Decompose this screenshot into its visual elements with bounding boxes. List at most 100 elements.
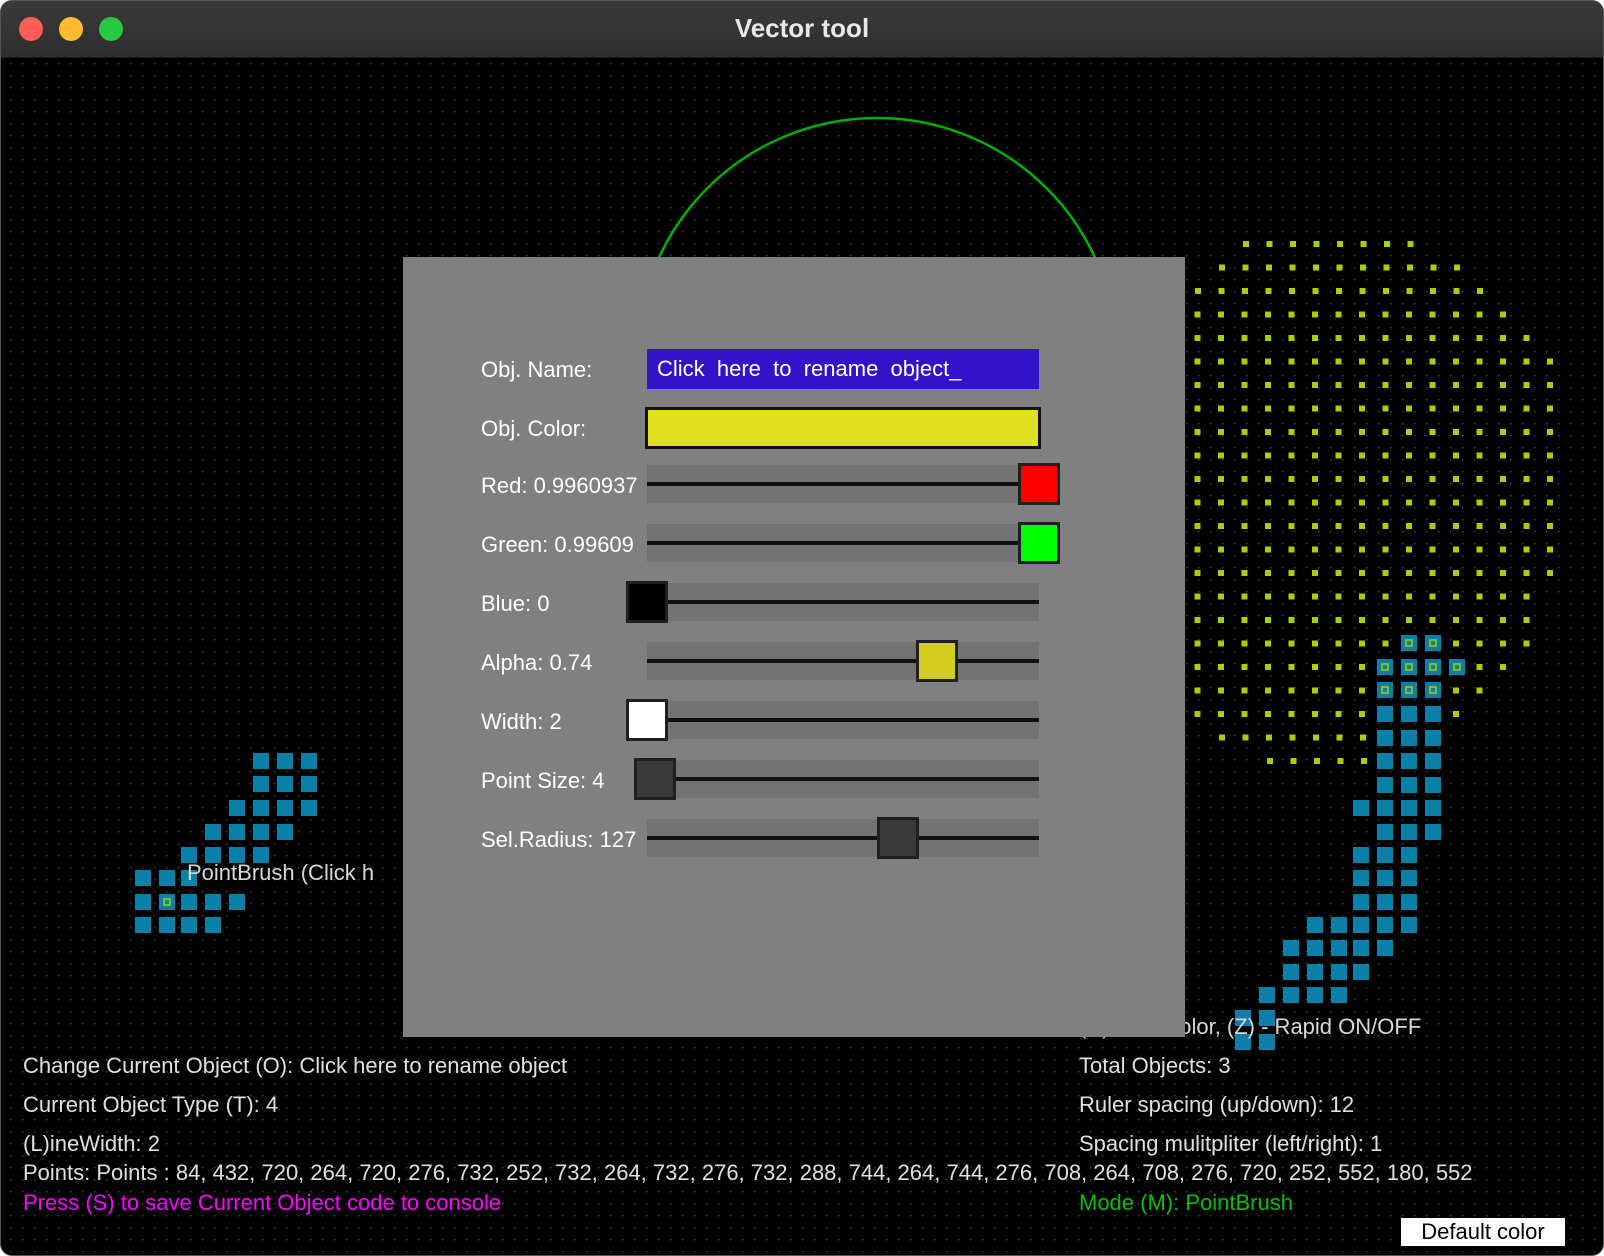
blue-point [1377, 682, 1393, 698]
alpha-slider-handle[interactable] [916, 640, 958, 682]
green-point [1429, 546, 1436, 553]
green-point [1312, 664, 1318, 670]
blue-point [1307, 964, 1323, 980]
green-point [1241, 452, 1248, 459]
green-point [1359, 687, 1365, 694]
alpha-slider[interactable] [647, 642, 1039, 680]
blue-slider[interactable] [647, 583, 1039, 621]
obj-color-label: Obj. Color: [481, 416, 587, 441]
green-slider-handle[interactable] [1018, 522, 1060, 564]
green-point [1218, 358, 1224, 365]
green-point [1288, 358, 1295, 365]
red-slider[interactable] [647, 465, 1039, 503]
green-point [1335, 711, 1342, 717]
green-point [1453, 358, 1459, 365]
green-point [1476, 405, 1483, 412]
green-point [1195, 288, 1201, 294]
green-point [1406, 452, 1412, 459]
green-slider[interactable] [647, 524, 1039, 562]
green-point [1523, 382, 1530, 388]
green-point [1476, 476, 1483, 482]
green-point [1359, 405, 1365, 412]
green-point [1241, 523, 1248, 529]
change-object-text[interactable]: Change Current Object (O): Click here to… [23, 1053, 567, 1079]
green-point [1476, 664, 1483, 670]
green-point [1241, 405, 1248, 412]
green-point [1453, 476, 1459, 482]
green-point [1382, 335, 1389, 341]
green-point [1335, 358, 1342, 365]
blue-point [1425, 753, 1441, 769]
red-slider-handle[interactable] [1018, 463, 1060, 505]
green-point [1313, 241, 1320, 247]
blue-point [1377, 753, 1393, 769]
blue-point [1401, 917, 1417, 933]
green-point [1194, 358, 1201, 365]
point-size-slider-handle[interactable] [634, 758, 676, 800]
green-point [1290, 758, 1297, 764]
blue-point [159, 917, 175, 933]
green-point [1241, 382, 1248, 388]
blue-point [1401, 706, 1417, 722]
green-point [1454, 264, 1460, 271]
green-point [1476, 429, 1483, 435]
obj-color-swatch[interactable] [645, 407, 1041, 449]
green-point [1547, 476, 1553, 482]
width-slider[interactable] [647, 701, 1039, 739]
green-point [1335, 687, 1342, 694]
green-point [1523, 499, 1530, 506]
green-point [1194, 476, 1201, 482]
width-slider-handle[interactable] [626, 699, 668, 741]
green-point [1312, 405, 1318, 412]
green-point [1218, 617, 1224, 623]
green-point [1290, 241, 1296, 247]
green-point [1194, 382, 1201, 388]
green-point [1241, 429, 1248, 435]
green-point [1218, 640, 1224, 647]
green-point [1243, 241, 1249, 247]
title-bar[interactable]: Vector tool [1, 1, 1603, 58]
blue-point [277, 800, 293, 816]
green-point [1500, 617, 1506, 623]
point-size-slider-rail [647, 777, 1039, 781]
green-point [1265, 593, 1271, 600]
green-point [1523, 452, 1530, 459]
blue-slider-handle[interactable] [626, 581, 668, 623]
green-point [1312, 523, 1318, 529]
green-point [1406, 311, 1412, 318]
green-point [1453, 311, 1459, 318]
green-point [1523, 429, 1530, 435]
blue-point [1425, 635, 1441, 651]
green-point [1312, 476, 1318, 482]
green-point [1359, 570, 1365, 576]
green-point [1335, 640, 1342, 647]
green-point [1289, 288, 1295, 294]
green-point [1288, 382, 1295, 388]
sel-radius-slider[interactable] [647, 819, 1039, 857]
save-hint-text: Press (S) to save Current Object code to… [23, 1190, 502, 1215]
point-size-slider[interactable] [647, 760, 1039, 798]
sel-radius-slider-handle[interactable] [877, 817, 919, 859]
green-point [1500, 570, 1506, 576]
green-point [1382, 429, 1389, 435]
green-point [1382, 405, 1389, 412]
blue-point [1377, 706, 1393, 722]
green-point [1312, 546, 1318, 553]
drawing-canvas[interactable]: PointBrush (Click h (C) - Set color, (Z)… [5, 58, 1601, 1254]
blue-point [1353, 870, 1369, 886]
green-point [1406, 570, 1412, 576]
green-point [1288, 664, 1295, 670]
green-point [1406, 476, 1412, 482]
default-color-button[interactable]: Default color [1401, 1218, 1565, 1246]
blue-point [1353, 964, 1369, 980]
green-point [1359, 664, 1365, 670]
green-point [1523, 570, 1530, 576]
line-width-text: (L)ineWidth: 2 [23, 1131, 160, 1156]
green-point [1359, 640, 1365, 647]
window-title: Vector tool [734, 13, 870, 43]
blue-point [205, 824, 221, 840]
green-point [1265, 429, 1271, 435]
green-point [1241, 664, 1248, 670]
green-point [1335, 617, 1342, 623]
obj-name-input[interactable]: Click here to rename object_ [647, 349, 1039, 389]
